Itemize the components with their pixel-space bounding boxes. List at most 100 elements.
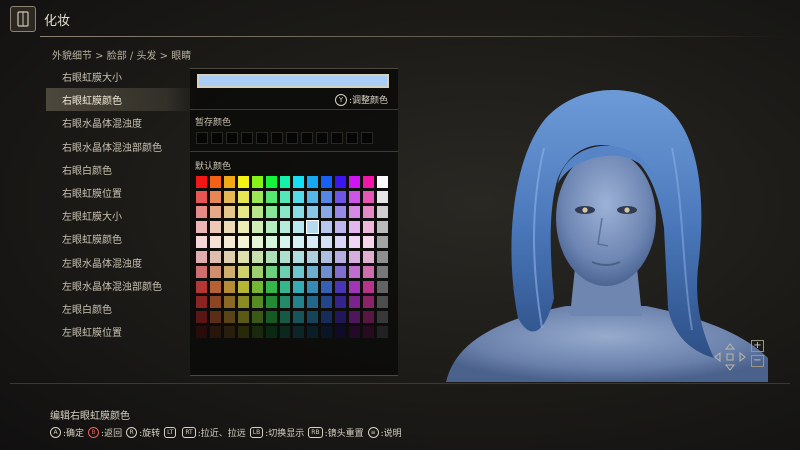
controller-hint[interactable]: RB:镜头重置 <box>308 426 364 439</box>
controller-hint[interactable]: ≡:说明 <box>367 426 402 439</box>
color-swatch[interactable] <box>196 281 207 293</box>
color-swatch[interactable] <box>237 221 249 233</box>
color-swatch[interactable] <box>237 176 249 188</box>
color-swatch[interactable] <box>335 281 347 293</box>
color-swatch[interactable] <box>321 176 333 188</box>
controller-hint[interactable]: LT <box>164 427 178 438</box>
color-swatch[interactable] <box>279 266 291 278</box>
color-swatch[interactable] <box>251 176 263 188</box>
color-swatch[interactable] <box>237 191 249 203</box>
color-swatch[interactable] <box>209 191 221 203</box>
saved-color-slot[interactable] <box>301 132 313 144</box>
color-swatch[interactable] <box>363 266 374 278</box>
color-swatch[interactable] <box>349 191 361 203</box>
color-swatch[interactable] <box>335 206 347 218</box>
color-swatch[interactable] <box>349 296 361 308</box>
color-swatch[interactable] <box>321 296 333 308</box>
color-swatch[interactable] <box>335 251 347 263</box>
color-swatch[interactable] <box>196 176 207 188</box>
color-swatch[interactable] <box>279 176 291 188</box>
color-swatch[interactable] <box>307 266 319 278</box>
color-swatch[interactable] <box>335 176 347 188</box>
color-swatch[interactable] <box>349 311 361 323</box>
color-swatch[interactable] <box>376 251 388 263</box>
color-swatch[interactable] <box>363 221 374 233</box>
color-swatch[interactable] <box>293 326 305 338</box>
color-swatch[interactable] <box>265 311 277 323</box>
color-swatch[interactable] <box>196 206 207 218</box>
color-swatch[interactable] <box>196 326 207 338</box>
color-swatch[interactable] <box>196 251 207 263</box>
color-swatch[interactable] <box>321 311 333 323</box>
color-swatch[interactable] <box>223 281 235 293</box>
color-swatch[interactable] <box>376 296 388 308</box>
color-swatch[interactable] <box>223 296 235 308</box>
color-swatch[interactable] <box>209 326 221 338</box>
color-swatch[interactable] <box>293 206 305 218</box>
option-item[interactable]: 右眼虹膜颜色 <box>46 88 196 112</box>
color-swatch[interactable] <box>349 266 361 278</box>
color-swatch[interactable] <box>335 266 347 278</box>
color-swatch[interactable] <box>265 206 277 218</box>
color-swatch[interactable] <box>279 281 291 293</box>
color-swatch[interactable] <box>321 326 333 338</box>
saved-color-slot[interactable] <box>256 132 268 144</box>
color-swatch[interactable] <box>335 311 347 323</box>
controller-hint[interactable]: RT:拉近、拉远 <box>182 426 246 439</box>
color-swatch[interactable] <box>279 221 291 233</box>
color-swatch[interactable] <box>196 191 207 203</box>
saved-color-slot[interactable] <box>346 132 358 144</box>
option-item[interactable]: 右眼虹膜位置 <box>46 181 196 204</box>
color-swatch[interactable] <box>363 191 374 203</box>
saved-color-slot[interactable] <box>196 132 208 144</box>
option-item[interactable]: 右眼水晶体混浊部颜色 <box>46 135 196 158</box>
color-swatch[interactable] <box>265 266 277 278</box>
color-swatch[interactable] <box>237 296 249 308</box>
color-swatch[interactable] <box>209 281 221 293</box>
color-swatch[interactable] <box>223 266 235 278</box>
color-swatch[interactable] <box>279 296 291 308</box>
color-swatch[interactable] <box>321 206 333 218</box>
color-swatch[interactable] <box>265 236 277 248</box>
color-swatch[interactable] <box>251 221 263 233</box>
color-swatch[interactable] <box>349 176 361 188</box>
color-swatch[interactable] <box>293 251 305 263</box>
color-swatch[interactable] <box>376 266 388 278</box>
color-swatch[interactable] <box>209 176 221 188</box>
color-swatch[interactable] <box>376 326 388 338</box>
color-swatch[interactable] <box>265 221 277 233</box>
color-swatch[interactable] <box>307 326 319 338</box>
color-swatch[interactable] <box>237 311 249 323</box>
color-swatch[interactable] <box>209 266 221 278</box>
color-swatch[interactable] <box>196 236 207 248</box>
color-swatch[interactable] <box>321 266 333 278</box>
color-swatch[interactable] <box>376 191 388 203</box>
color-swatch[interactable] <box>223 236 235 248</box>
color-swatch[interactable] <box>209 236 221 248</box>
saved-color-slot[interactable] <box>241 132 253 144</box>
adjust-color-hint[interactable]: Y :调整颜色 <box>334 93 388 106</box>
color-swatch[interactable] <box>307 311 319 323</box>
color-swatch[interactable] <box>209 221 221 233</box>
color-swatch[interactable] <box>376 176 388 188</box>
color-swatch[interactable] <box>363 236 374 248</box>
color-swatch[interactable] <box>363 296 374 308</box>
color-swatch[interactable] <box>349 251 361 263</box>
saved-color-slot[interactable] <box>286 132 298 144</box>
color-swatch[interactable] <box>293 176 305 188</box>
saved-color-slot[interactable] <box>361 132 373 144</box>
saved-color-slot[interactable] <box>316 132 328 144</box>
color-swatch[interactable] <box>265 281 277 293</box>
color-swatch[interactable] <box>335 191 347 203</box>
zoom-out-button[interactable]: − <box>751 355 764 367</box>
color-swatch[interactable] <box>307 236 319 248</box>
color-swatch[interactable] <box>223 311 235 323</box>
saved-color-slot[interactable] <box>211 132 223 144</box>
color-swatch[interactable] <box>279 236 291 248</box>
color-swatch[interactable] <box>237 236 249 248</box>
option-item[interactable]: 右眼虹膜大小 <box>46 65 196 88</box>
color-swatch[interactable] <box>209 251 221 263</box>
color-swatch[interactable] <box>196 221 207 233</box>
color-swatch[interactable] <box>363 176 374 188</box>
color-swatch[interactable] <box>251 266 263 278</box>
